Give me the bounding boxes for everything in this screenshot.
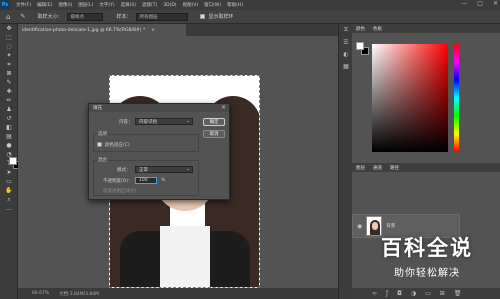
tab-swatches[interactable]: 色板 <box>373 26 382 32</box>
menu-image[interactable]: 图像(I) <box>58 2 72 8</box>
dialog-title-bar[interactable]: 填充 × <box>89 104 229 112</box>
mode-label: 模式： <box>117 168 131 173</box>
layer-name[interactable]: 背景 <box>386 223 395 229</box>
adjustments-panel-icon[interactable]: ◐ <box>339 48 353 60</box>
visibility-eye-icon[interactable]: ◉ <box>357 223 362 230</box>
hue-slider[interactable] <box>454 44 459 152</box>
show-ring-checkbox[interactable] <box>199 14 205 19</box>
eyedropper-icon[interactable]: ✎ <box>20 13 25 20</box>
sample-select[interactable]: 所有图层 <box>135 12 188 21</box>
sample-size-label: 取样大小： <box>37 14 63 20</box>
cancel-button[interactable]: 取消 <box>203 130 225 138</box>
blur-tool-icon[interactable]: ● <box>0 141 18 150</box>
options-group-label: 选项 <box>97 131 108 137</box>
options-bar: ⌂ ✎ 取样大小： 取样点 样本： 所有图层 显示取样环 <box>0 10 500 24</box>
minimize-button[interactable]: — <box>461 0 467 7</box>
menu-view[interactable]: 视图(V) <box>183 2 199 8</box>
zoom-level[interactable]: 66.67% <box>32 291 49 296</box>
foreground-color-swatch[interactable] <box>9 157 17 165</box>
menu-help[interactable]: 帮助(H) <box>227 2 243 8</box>
menu-file[interactable]: 文件(F) <box>16 2 31 8</box>
healing-tool-icon[interactable]: ✚ <box>0 87 18 96</box>
document-tab-title: identification-photo-delicate-1.jpg @ 66… <box>22 27 146 33</box>
menu-3d[interactable]: 3D(D) <box>163 3 176 8</box>
mode-select-value: 正常 <box>139 167 148 173</box>
status-bar: 66.67% 文档:3.84M/3.84M <box>18 288 338 299</box>
libraries-panel-icon[interactable]: ▦ <box>339 60 353 72</box>
dialog-close-icon[interactable]: × <box>221 104 226 111</box>
watermark-title: 百科全说 <box>381 236 473 260</box>
opacity-value: 100 <box>139 178 148 183</box>
menu-layer[interactable]: 图层(L) <box>78 2 93 8</box>
path-select-tool-icon[interactable]: ➤ <box>0 168 18 177</box>
window-controls: — □ ✕ <box>461 0 498 7</box>
crop-tool-icon[interactable]: ⌗ <box>0 60 18 69</box>
color-panel-tabs: 颜色 色板 <box>352 24 500 33</box>
photoshop-logo: Ps <box>0 0 10 10</box>
home-icon[interactable]: ⌂ <box>6 13 10 21</box>
maximize-button[interactable]: □ <box>477 0 483 7</box>
properties-panel-icon[interactable]: ☰ <box>339 36 353 48</box>
move-tool-icon[interactable]: ✥ <box>0 24 18 33</box>
watermark-subtitle: 助你轻松解决 <box>394 268 460 279</box>
blend-group-label: 混合 <box>97 157 108 163</box>
menu-bar: Ps 文件(F) 编辑(E) 图像(I) 图层(L) 文字(Y) 选择(S) 滤… <box>0 0 500 10</box>
history-brush-icon[interactable]: ↺ <box>0 114 18 123</box>
show-ring-label: 显示取样环 <box>208 14 234 20</box>
watermark: 百科全说 助你轻松解决 <box>358 232 496 292</box>
chevron-down-icon: ⌄ <box>186 167 190 172</box>
tab-layers[interactable]: 图层 <box>356 165 365 171</box>
document-info: 文档:3.84M/3.84M <box>59 291 100 297</box>
chevron-down-icon: ⌄ <box>186 119 190 124</box>
sample-size-select[interactable]: 取样点 <box>66 12 103 21</box>
sample-label: 样本： <box>116 14 132 20</box>
opacity-input[interactable]: 100 <box>135 177 157 184</box>
fill-dialog: 填充 × 内容： 内容识别 ⌄ 确定 取消 选项 颜色适应(C) 混合 模式： … <box>88 103 230 200</box>
frame-tool-icon[interactable]: ⊠ <box>0 69 18 78</box>
brush-tool-icon[interactable]: ✏ <box>0 96 18 105</box>
picker-foreground-swatch[interactable] <box>356 42 364 50</box>
tab-channels[interactable]: 通道 <box>373 165 382 171</box>
zoom-tool-icon[interactable]: ⌕ <box>0 195 18 204</box>
ok-button[interactable]: 确定 <box>203 118 225 126</box>
menu-edit[interactable]: 编辑(E) <box>37 2 52 8</box>
opacity-unit: % <box>161 178 166 183</box>
shape-tool-icon[interactable]: ▭ <box>0 177 18 186</box>
document-tab[interactable]: identification-photo-delicate-1.jpg @ 66… <box>18 24 186 36</box>
sample-value: 所有图层 <box>139 14 158 20</box>
layers-panel-tabs: 图层 通道 路径 <box>352 163 500 172</box>
thumb-face <box>372 222 379 230</box>
close-button[interactable]: ✕ <box>493 0 498 7</box>
preserve-transparency-label: 保留透明区域(P) <box>103 189 137 194</box>
menu-window[interactable]: 窗口(W) <box>204 2 221 8</box>
tab-color[interactable]: 颜色 <box>356 26 365 32</box>
eyedropper-tool-icon[interactable]: ✎ <box>0 78 18 87</box>
content-select[interactable]: 内容识别 ⌄ <box>135 118 193 125</box>
sample-size-value: 取样点 <box>70 14 85 20</box>
quick-select-tool-icon[interactable]: ✦ <box>0 51 18 60</box>
opacity-label: 不透明度(O)： <box>103 179 133 184</box>
color-adapt-label: 颜色适应(C) <box>105 143 130 148</box>
dialog-title: 填充 <box>93 106 102 111</box>
content-select-value: 内容识别 <box>139 119 157 125</box>
color-field[interactable] <box>372 44 448 152</box>
marquee-tool-icon[interactable]: ⬚ <box>0 33 18 42</box>
shirt <box>160 226 210 287</box>
color-adapt-checkbox[interactable] <box>97 142 102 147</box>
hand-tool-icon[interactable]: ✋ <box>0 186 18 195</box>
eraser-tool-icon[interactable]: ◧ <box>0 123 18 132</box>
collapsed-panels: ⧖ ☰ ◐ ▦ <box>338 24 352 299</box>
content-label: 内容： <box>119 120 133 125</box>
mode-select[interactable]: 正常 ⌄ <box>135 166 193 173</box>
more-tools-icon[interactable]: … <box>0 204 18 213</box>
menu-filter[interactable]: 滤镜(T) <box>142 2 157 8</box>
history-panel-icon[interactable]: ⧖ <box>339 24 353 36</box>
lasso-tool-icon[interactable]: ◌ <box>0 42 18 51</box>
tab-close-icon[interactable]: × <box>151 28 155 33</box>
stamp-tool-icon[interactable]: ♟ <box>0 105 18 114</box>
tab-paths[interactable]: 路径 <box>390 165 399 171</box>
menu-select[interactable]: 选择(S) <box>121 2 136 8</box>
menu-type[interactable]: 文字(Y) <box>99 2 114 8</box>
gradient-tool-icon[interactable]: ▤ <box>0 132 18 141</box>
